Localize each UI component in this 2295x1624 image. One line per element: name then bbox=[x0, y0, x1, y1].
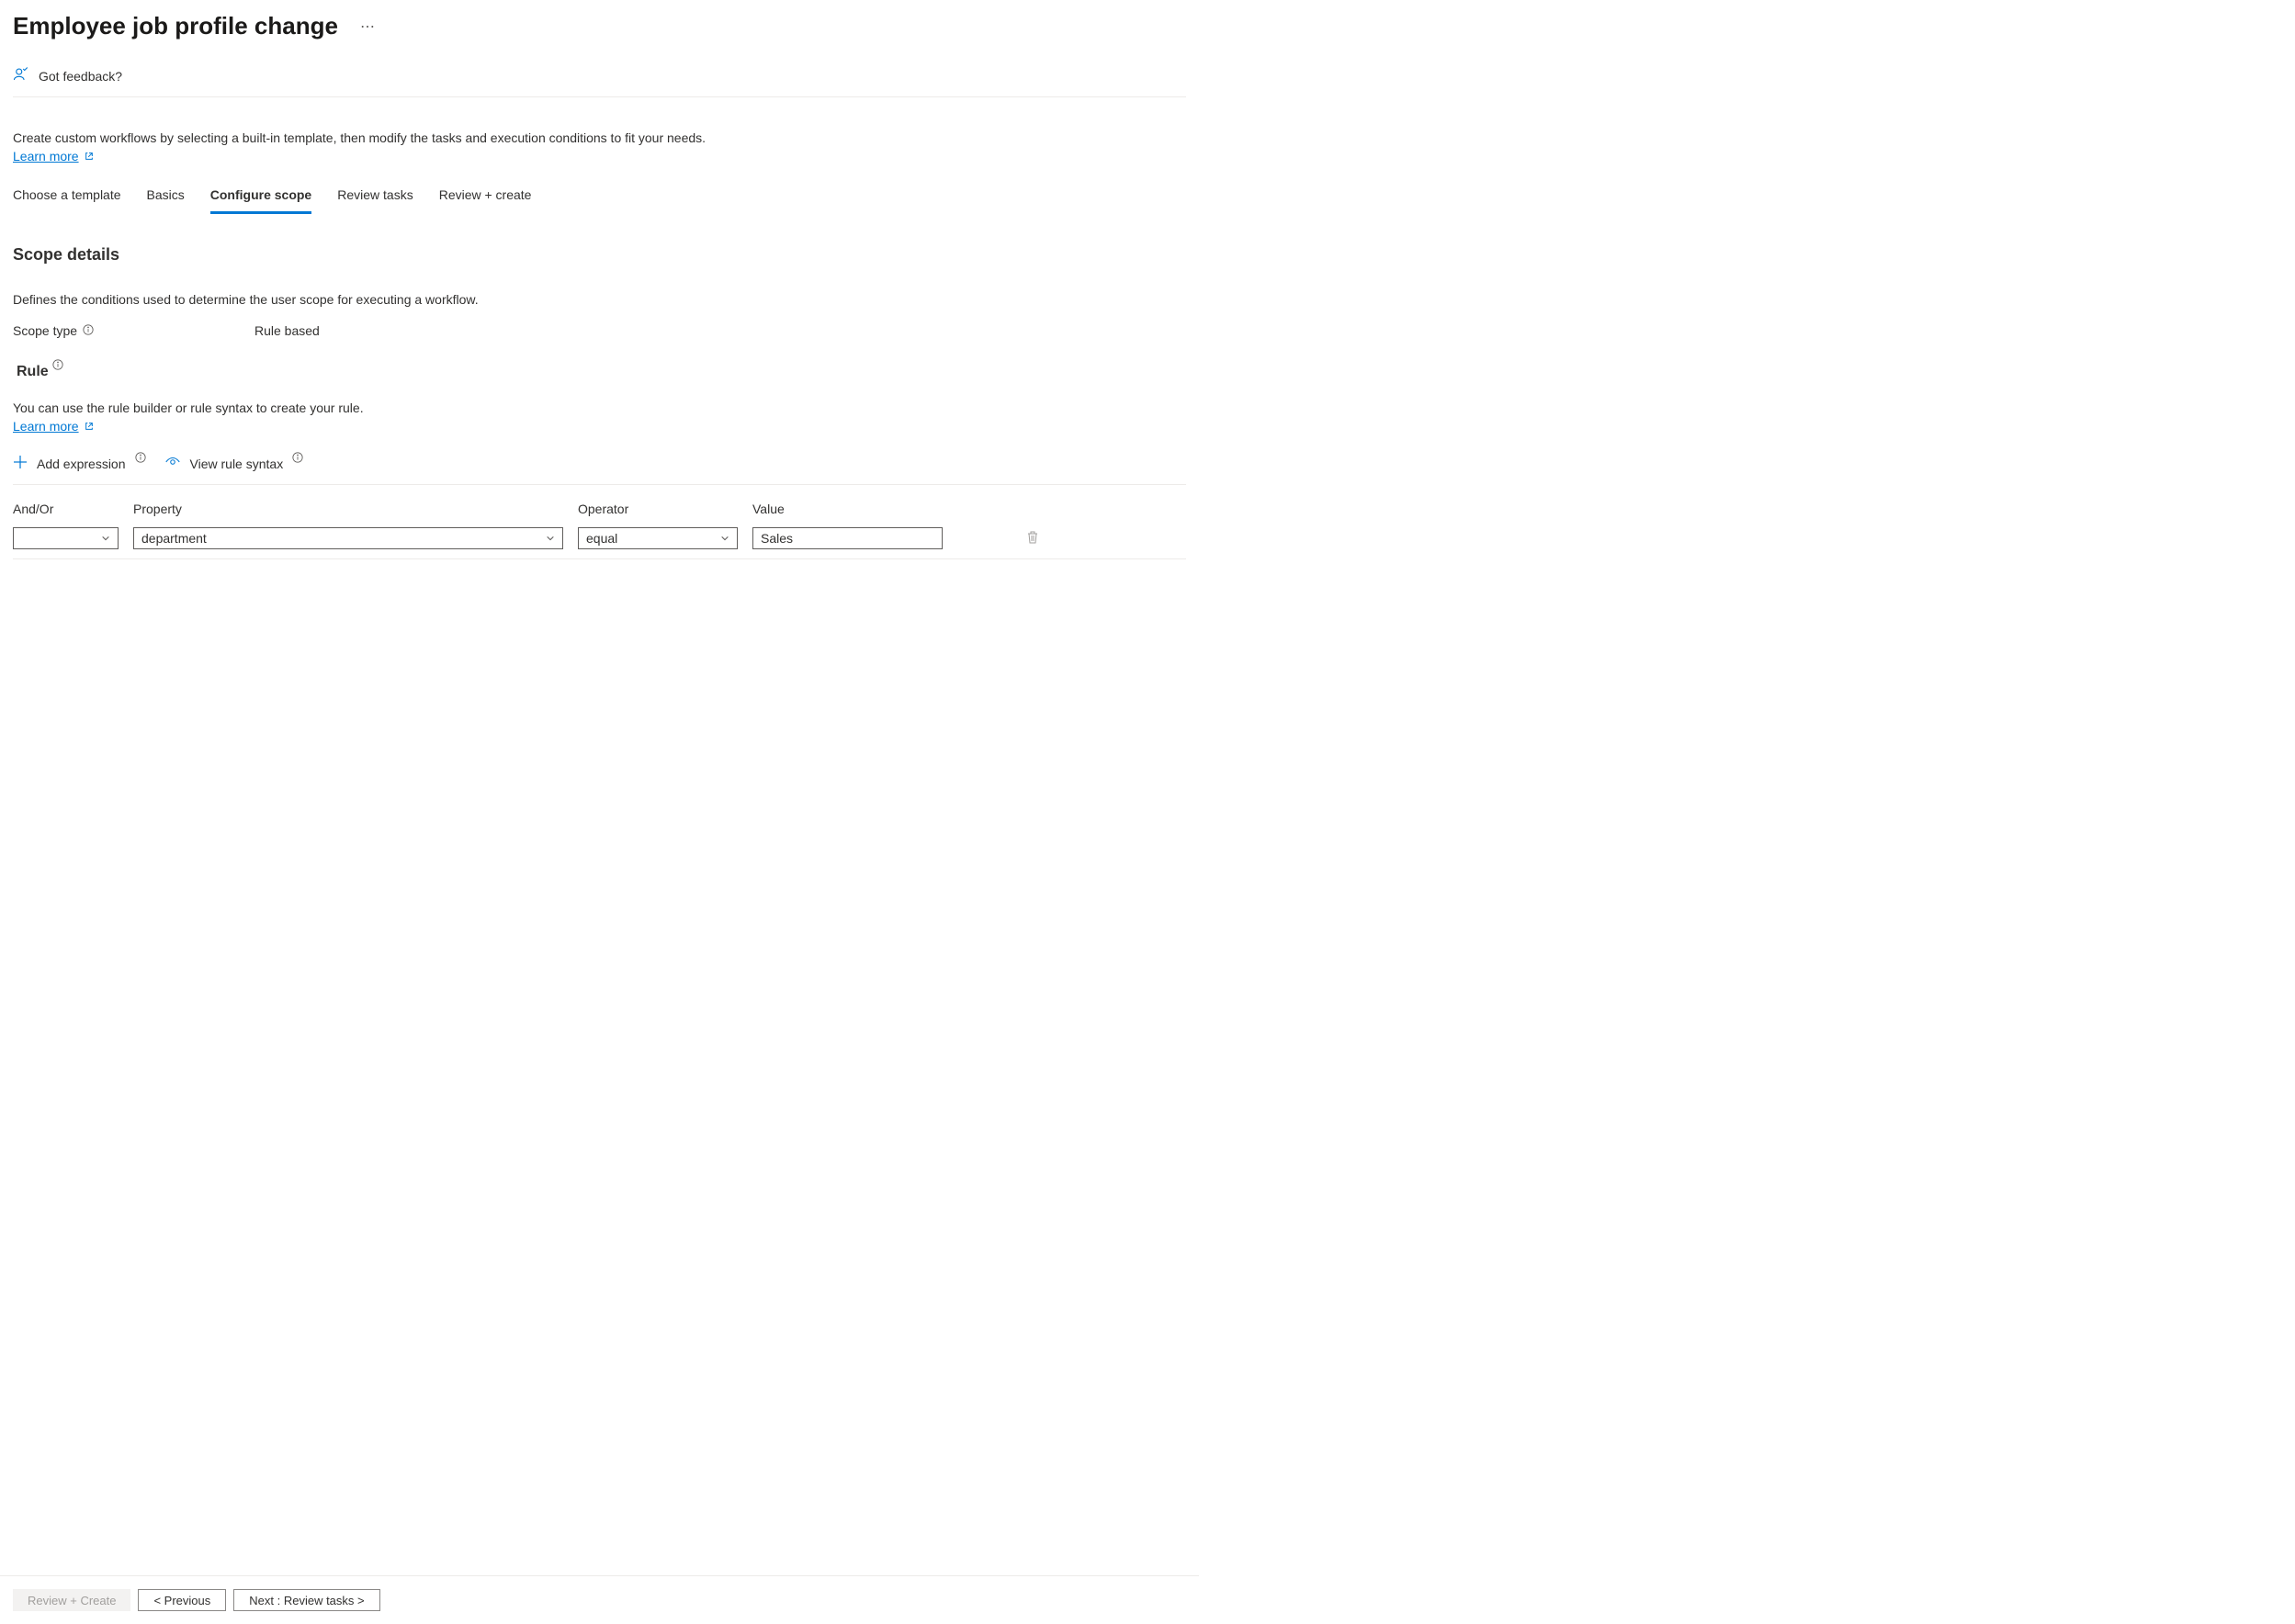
wizard-footer: Review + Create < Previous Next : Review… bbox=[0, 1575, 1199, 1624]
next-button[interactable]: Next : Review tasks > bbox=[233, 1589, 379, 1611]
rule-heading: Rule bbox=[17, 364, 49, 380]
info-icon[interactable] bbox=[52, 358, 63, 373]
tab-configure-scope[interactable]: Configure scope bbox=[210, 187, 311, 214]
learn-more-link[interactable]: Learn more bbox=[13, 149, 94, 164]
scope-type-label: Scope type bbox=[13, 323, 77, 338]
feedback-link[interactable]: Got feedback? bbox=[13, 66, 1186, 97]
delete-row-button[interactable] bbox=[1026, 530, 1039, 547]
eye-icon bbox=[164, 454, 181, 473]
add-expression-label: Add expression bbox=[37, 457, 126, 471]
chevron-down-icon bbox=[720, 531, 729, 546]
tab-choose-template[interactable]: Choose a template bbox=[13, 187, 121, 214]
intro-text: Create custom workflows by selecting a b… bbox=[13, 130, 1186, 145]
scope-details-heading: Scope details bbox=[13, 245, 1186, 265]
more-actions-icon[interactable]: ⋯ bbox=[360, 17, 377, 36]
view-rule-syntax-button[interactable]: View rule syntax bbox=[164, 454, 304, 473]
plus-icon bbox=[13, 455, 28, 472]
scope-type-value: Rule based bbox=[254, 323, 320, 338]
column-value-header: Value bbox=[752, 502, 943, 516]
scope-details-description: Defines the conditions used to determine… bbox=[13, 292, 1186, 307]
info-icon[interactable] bbox=[292, 451, 303, 466]
tab-review-create[interactable]: Review + create bbox=[439, 187, 532, 214]
chevron-down-icon bbox=[546, 531, 555, 546]
wizard-tabs: Choose a template Basics Configure scope… bbox=[13, 187, 1186, 214]
tab-review-tasks[interactable]: Review tasks bbox=[337, 187, 413, 214]
property-select[interactable]: department bbox=[133, 527, 563, 549]
view-syntax-label: View rule syntax bbox=[190, 457, 284, 471]
column-andor-header: And/Or bbox=[13, 502, 119, 516]
review-create-button: Review + Create bbox=[13, 1589, 130, 1611]
operator-value: equal bbox=[586, 531, 617, 546]
info-icon[interactable] bbox=[83, 323, 94, 338]
add-expression-button[interactable]: Add expression bbox=[13, 455, 146, 472]
page-title: Employee job profile change bbox=[13, 12, 338, 40]
chevron-down-icon bbox=[101, 531, 110, 546]
external-link-icon bbox=[85, 419, 94, 434]
external-link-icon bbox=[85, 149, 94, 164]
rule-learn-more-link[interactable]: Learn more bbox=[13, 419, 94, 434]
trash-icon bbox=[1026, 533, 1039, 547]
feedback-icon bbox=[13, 66, 29, 85]
previous-button[interactable]: < Previous bbox=[138, 1589, 226, 1611]
feedback-label: Got feedback? bbox=[39, 69, 122, 84]
info-icon[interactable] bbox=[135, 451, 146, 466]
andor-select[interactable] bbox=[13, 527, 119, 549]
tab-basics[interactable]: Basics bbox=[147, 187, 185, 214]
rule-description: You can use the rule builder or rule syn… bbox=[13, 400, 1186, 415]
learn-more-label: Learn more bbox=[13, 149, 79, 164]
column-operator-header: Operator bbox=[578, 502, 738, 516]
value-input[interactable] bbox=[752, 527, 943, 549]
column-property-header: Property bbox=[133, 502, 563, 516]
rule-row: department equal bbox=[13, 527, 1186, 559]
rule-learn-more-label: Learn more bbox=[13, 419, 79, 434]
property-value: department bbox=[141, 531, 207, 546]
operator-select[interactable]: equal bbox=[578, 527, 738, 549]
